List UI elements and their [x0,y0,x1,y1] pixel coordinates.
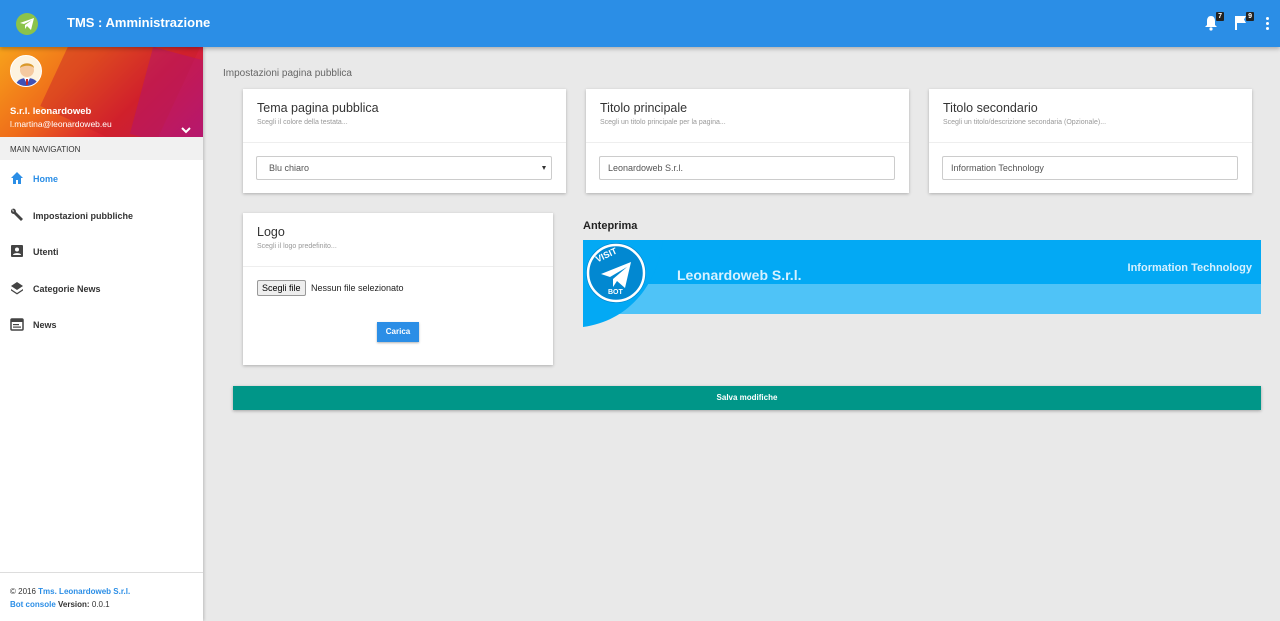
main-title-input[interactable] [599,156,895,180]
card-subtitle: Scegli un titolo principale per la pagin… [600,119,726,126]
top-app-bar: TMS : Amministrazione 7 9 [0,0,1280,47]
avatar[interactable] [10,55,42,87]
nav-header: MAIN NAVIGATION [0,137,203,160]
card-subtitle: Scegli il colore della testata... [257,119,348,126]
version-label: Version: [58,600,90,609]
preview-subtitle: Information Technology [1127,262,1252,274]
user-name: S.r.l. leonardoweb [10,106,92,117]
contact-icon [10,244,24,258]
company-link[interactable]: Tms. Leonardoweb S.r.l. [38,587,130,596]
sidebar-item-label: Home [33,174,59,184]
header-preview: VISIT BOT Leonardoweb S.r.l. Information… [583,240,1261,327]
file-status: Nessun file selezionato [311,283,404,293]
sidebar-item-home[interactable]: Home [0,160,203,197]
layers-icon [10,281,24,295]
preview-logo-bottom-text: BOT [608,289,623,296]
console-link[interactable]: Bot console [10,600,56,609]
main-title-card: Titolo principale Scegli un titolo princ… [586,89,909,193]
logo-card: Logo Scegli il logo predefinito... Scegl… [243,213,553,365]
sidebar-item-news[interactable]: News [0,306,203,343]
sidebar-item-label: Utenti [33,247,59,257]
flags-badge: 9 [1246,12,1254,21]
save-button[interactable]: Salva modifiche [233,386,1261,410]
theme-card: Tema pagina pubblica Scegli il colore de… [243,89,566,193]
page-title: Impostazioni pagina pubblica [223,68,352,79]
sidebar-item-categorie-news[interactable]: Categorie News [0,270,203,307]
card-title: Titolo principale [600,101,688,115]
sidebar-item-label: News [33,320,57,330]
sidebar-footer: © 2016 Tms. Leonardoweb S.r.l. Bot conso… [0,572,203,621]
choose-file-button[interactable]: Scegli file [257,280,306,296]
preview-title: Leonardoweb S.r.l. [677,267,802,283]
card-subtitle: Scegli il logo predefinito... [257,243,337,250]
dropdown-arrow-icon [542,166,546,170]
app-title: TMS : Amministrazione [67,15,211,30]
notifications-bell-icon[interactable]: 7 [1204,12,1224,33]
flag-icon[interactable]: 9 [1234,12,1254,33]
secondary-title-input[interactable] [942,156,1238,180]
sidebar-item-utenti[interactable]: Utenti [0,233,203,270]
sidebar: S.r.l. leonardoweb l.martina@leonardoweb… [0,47,203,621]
calendar-icon [10,317,24,331]
more-vert-icon[interactable] [1266,17,1270,32]
home-icon [10,171,24,185]
sidebar-item-label: Categorie News [33,283,101,294]
secondary-title-card: Titolo secondario Scegli un titolo/descr… [929,89,1252,193]
user-email: l.martina@leonardoweb.eu [10,119,112,129]
telegram-logo-icon[interactable] [16,13,38,35]
theme-select[interactable]: Blu chiaro [256,156,552,180]
user-profile-header: S.r.l. leonardoweb l.martina@leonardoweb… [0,47,203,137]
preview-label: Anteprima [583,220,638,232]
wrench-icon [10,208,24,222]
card-title: Logo [257,225,285,239]
preview-logo-badge-icon [583,240,663,327]
card-subtitle: Scegli un titolo/descrizione secondaria … [943,119,1107,126]
sidebar-item-label: Impostazioni pubbliche [33,210,134,221]
sidebar-item-impostazioni-pubbliche[interactable]: Impostazioni pubbliche [0,197,203,234]
notifications-badge: 7 [1216,12,1224,21]
upload-button[interactable]: Carica [377,322,419,342]
card-title: Titolo secondario [943,101,1038,115]
theme-select-value: Blu chiaro [269,163,310,173]
chevron-down-icon[interactable] [181,121,191,137]
card-title: Tema pagina pubblica [257,101,379,115]
version-value: 0.0.1 [91,600,110,609]
copyright-text: © 2016 [10,587,36,596]
